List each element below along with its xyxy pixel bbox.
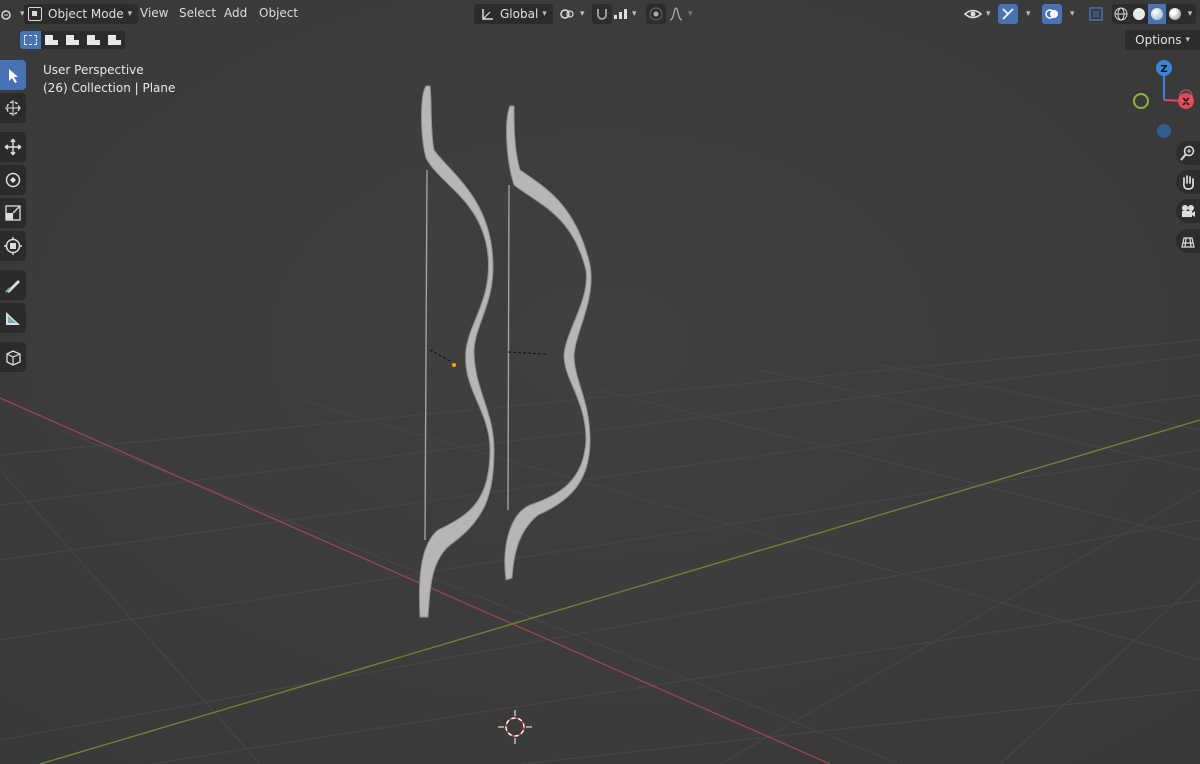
grid-view-icon bbox=[1181, 237, 1195, 248]
shading-material-button[interactable] bbox=[1148, 4, 1166, 24]
3d-viewport[interactable]: Z X bbox=[0, 0, 1200, 764]
chevron-down-icon: ▾ bbox=[1026, 9, 1031, 19]
falloff-dropdown[interactable]: ▾ bbox=[668, 4, 693, 24]
rendered-sphere-icon bbox=[1169, 8, 1181, 20]
menu-object[interactable]: Object bbox=[259, 6, 298, 20]
gizmo-toggle[interactable]: ▾ bbox=[998, 4, 1031, 24]
chevron-down-icon: ▾ bbox=[1187, 9, 1193, 19]
collection-info: (26) Collection | Plane bbox=[43, 81, 176, 95]
zoom-icon bbox=[1180, 145, 1195, 161]
hand-pan-icon bbox=[1182, 175, 1194, 190]
tool-cursor[interactable] bbox=[0, 93, 26, 123]
tool-shelf bbox=[0, 60, 26, 375]
ortho-toggle-button[interactable] bbox=[1176, 229, 1200, 253]
tool-scale[interactable] bbox=[0, 198, 26, 228]
select-subtract-button[interactable] bbox=[62, 31, 83, 49]
eye-icon bbox=[964, 9, 982, 19]
menu-select[interactable]: Select bbox=[179, 6, 216, 20]
options-label: Options bbox=[1135, 33, 1182, 47]
shading-dropdown[interactable]: ▾ bbox=[1184, 4, 1196, 24]
transform-orientation-icon bbox=[482, 9, 493, 20]
material-sphere-icon bbox=[1151, 8, 1163, 20]
annotate-icon bbox=[5, 280, 20, 293]
select-intersect-button[interactable] bbox=[104, 31, 125, 49]
snap-target-dropdown[interactable]: ▾ bbox=[612, 4, 637, 24]
tool-measure[interactable] bbox=[0, 303, 26, 333]
select-box-icon bbox=[9, 69, 18, 83]
shading-rendered-button[interactable] bbox=[1166, 4, 1184, 24]
magnet-icon bbox=[597, 9, 607, 20]
mode-dropdown[interactable]: Object Mode ▾ bbox=[24, 4, 139, 24]
select-new-icon bbox=[24, 35, 37, 45]
cursor-icon bbox=[5, 100, 21, 116]
tool-rotate[interactable] bbox=[0, 165, 26, 195]
editor-type-button[interactable]: ▾ bbox=[0, 4, 25, 24]
chevron-down-icon: ▾ bbox=[986, 9, 991, 19]
viewport-info: User Perspective (26) Collection | Plane bbox=[43, 61, 175, 97]
snap-toggle[interactable] bbox=[592, 4, 612, 24]
orientation-label: Global bbox=[500, 7, 539, 21]
chevron-down-icon: ▾ bbox=[1185, 35, 1190, 45]
tool-move[interactable] bbox=[0, 132, 26, 162]
select-invert-icon bbox=[87, 35, 100, 45]
chevron-down-icon: ▾ bbox=[127, 9, 133, 19]
viewport-header: ▾ Object Mode ▾ View Select Add Object G… bbox=[0, 0, 1200, 28]
overlays-toggle[interactable]: ▾ bbox=[1042, 4, 1075, 24]
shading-mode-group: ▾ bbox=[1112, 4, 1196, 24]
selection-mode-group bbox=[20, 31, 125, 49]
chevron-down-icon: ▾ bbox=[580, 9, 585, 19]
camera-view-button[interactable] bbox=[1176, 199, 1200, 223]
viewport-background bbox=[0, 0, 1200, 764]
measure-icon bbox=[6, 312, 20, 325]
orientation-dropdown[interactable]: Global ▾ bbox=[474, 4, 553, 24]
overlays-icon bbox=[1045, 9, 1058, 19]
editor-type-icon bbox=[1, 10, 11, 20]
mode-label: Object Mode bbox=[48, 7, 124, 21]
shading-solid-button[interactable] bbox=[1130, 4, 1148, 24]
select-subtract-icon bbox=[66, 35, 79, 45]
pivot-point-dropdown[interactable]: ▾ bbox=[558, 4, 585, 24]
select-intersect-icon bbox=[108, 35, 121, 45]
select-extend-icon bbox=[45, 35, 58, 45]
object-mode-icon bbox=[28, 7, 42, 21]
gizmo-icon bbox=[1002, 8, 1014, 20]
menu-add[interactable]: Add bbox=[224, 6, 247, 20]
tool-select-box[interactable] bbox=[0, 60, 26, 90]
tool-annotate[interactable] bbox=[0, 270, 26, 300]
shading-wireframe-button[interactable] bbox=[1112, 4, 1130, 24]
camera-icon bbox=[1182, 205, 1195, 217]
view-name: User Perspective bbox=[43, 63, 144, 77]
transform-icon bbox=[4, 237, 22, 255]
zoom-button[interactable] bbox=[1176, 141, 1200, 165]
options-dropdown[interactable]: Options ▾ bbox=[1125, 30, 1200, 50]
tool-add-cube[interactable] bbox=[0, 342, 26, 372]
proportional-edit-toggle[interactable] bbox=[646, 4, 666, 24]
move-icon bbox=[4, 138, 22, 156]
tool-transform[interactable] bbox=[0, 231, 26, 261]
select-new-button[interactable] bbox=[20, 31, 41, 49]
wireframe-sphere-icon bbox=[1114, 7, 1128, 21]
menu-view[interactable]: View bbox=[140, 6, 168, 20]
chevron-down-icon: ▾ bbox=[632, 9, 637, 19]
xray-toggle[interactable] bbox=[1088, 4, 1104, 24]
gizmo-z-label: Z bbox=[1160, 64, 1167, 75]
chevron-down-icon: ▾ bbox=[1070, 9, 1075, 19]
rotate-icon bbox=[5, 172, 21, 188]
snap-increment-icon bbox=[614, 9, 627, 19]
solid-sphere-icon bbox=[1133, 8, 1145, 20]
add-cube-icon bbox=[6, 350, 21, 366]
pivot-icon bbox=[560, 9, 574, 19]
chevron-down-icon: ▾ bbox=[542, 9, 547, 19]
select-extend-button[interactable] bbox=[41, 31, 62, 49]
select-invert-button[interactable] bbox=[83, 31, 104, 49]
pan-button[interactable] bbox=[1176, 170, 1200, 194]
scale-icon bbox=[5, 205, 21, 221]
visibility-dropdown[interactable]: ▾ bbox=[964, 4, 991, 24]
chevron-down-icon: ▾ bbox=[688, 9, 693, 19]
falloff-curve-icon bbox=[669, 7, 683, 21]
xray-icon bbox=[1089, 7, 1103, 21]
proportional-edit-icon bbox=[649, 7, 663, 21]
